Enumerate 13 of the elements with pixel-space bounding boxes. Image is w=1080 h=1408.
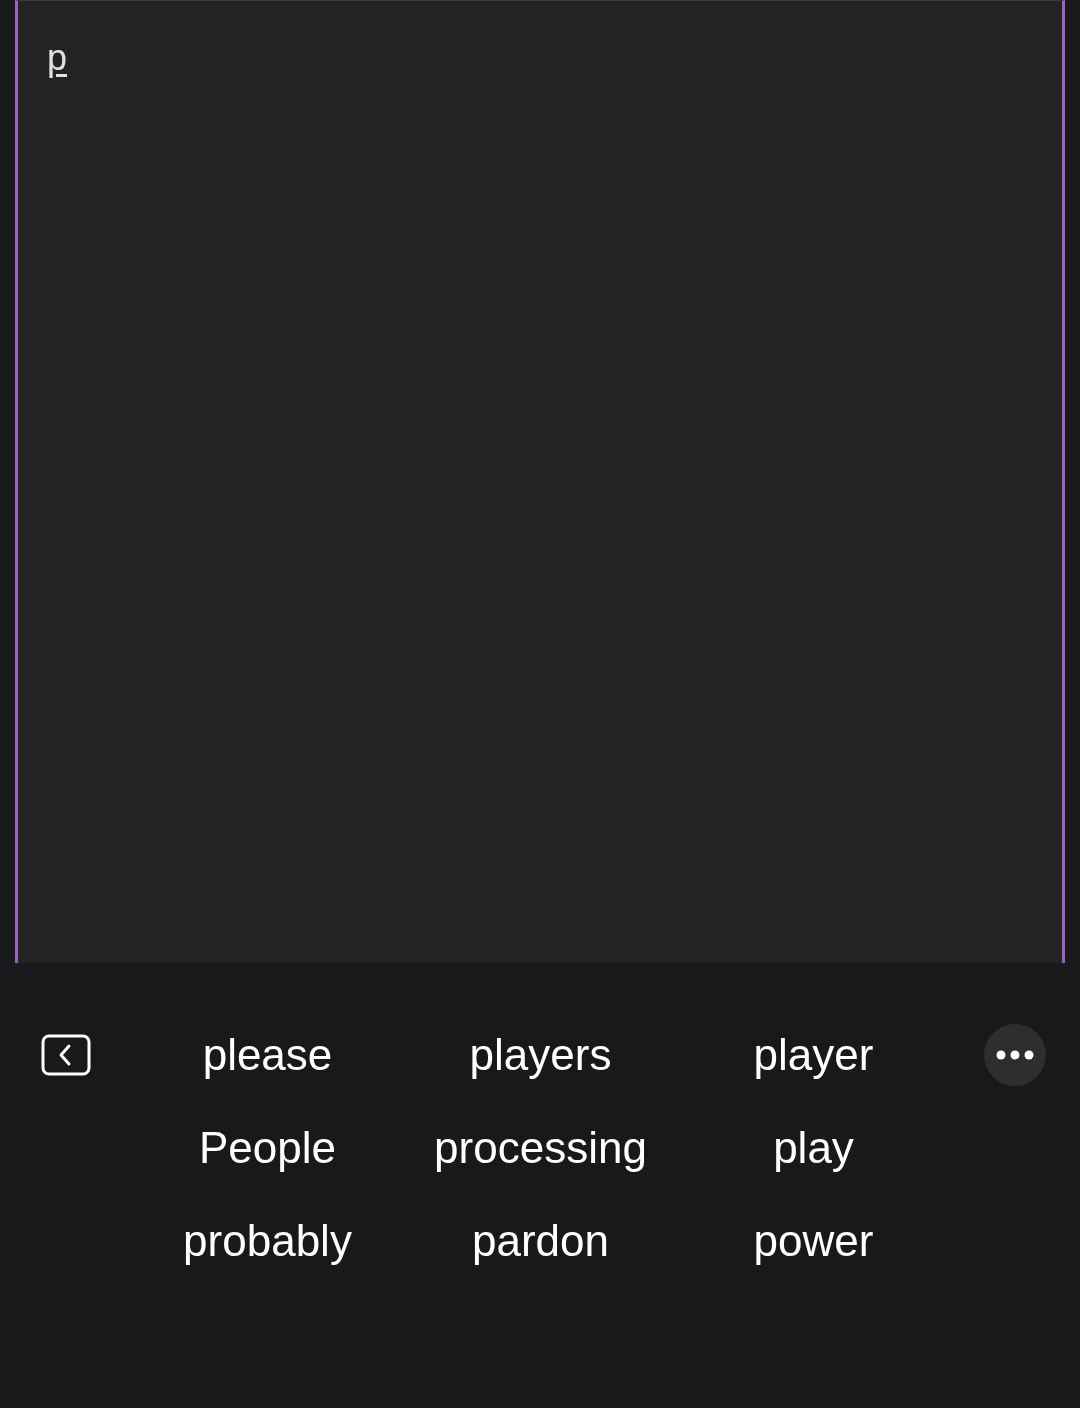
suggestion[interactable]: pardon <box>404 1207 677 1274</box>
suggestion[interactable]: players <box>404 1021 677 1088</box>
suggestion[interactable]: People <box>131 1114 404 1181</box>
composing-text: p <box>47 37 68 78</box>
text-editor[interactable]: p <box>15 0 1065 963</box>
suggestion[interactable]: probably <box>131 1207 404 1274</box>
suggestion[interactable]: processing <box>404 1114 677 1181</box>
suggestion[interactable]: please <box>131 1021 404 1088</box>
suggestion[interactable]: player <box>677 1021 950 1088</box>
suggestion[interactable]: play <box>677 1114 950 1181</box>
more-icon <box>996 1049 1034 1060</box>
collapse-icon[interactable] <box>41 1033 91 1076</box>
suggestion[interactable]: power <box>677 1207 950 1274</box>
